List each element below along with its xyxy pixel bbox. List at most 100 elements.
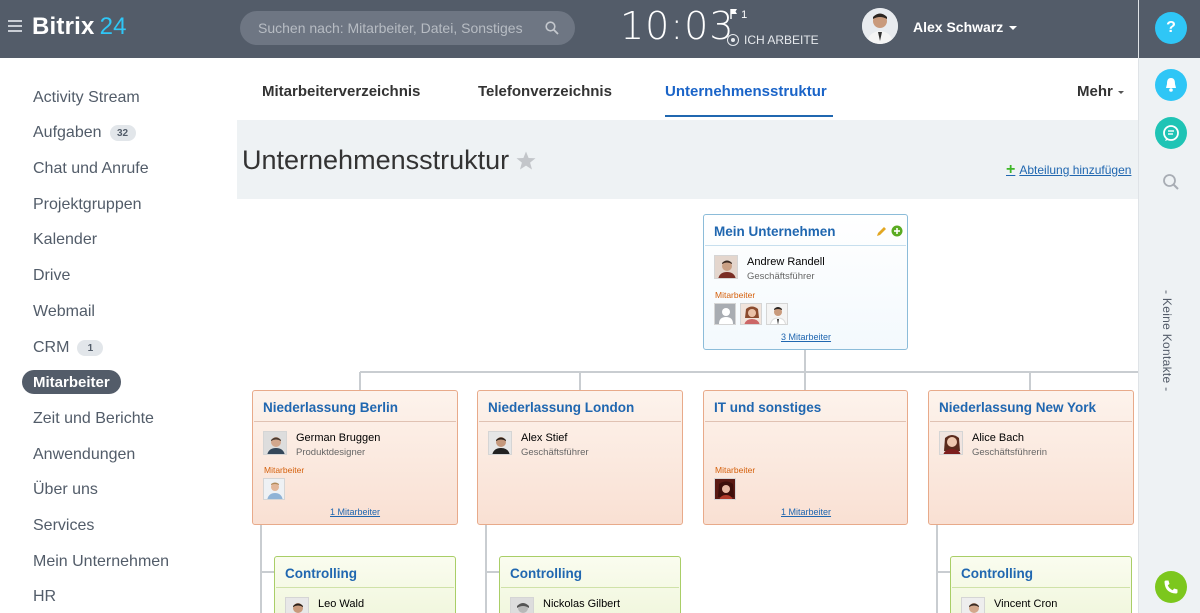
employee-photo[interactable] — [714, 303, 736, 325]
user-menu[interactable]: Alex Schwarz — [913, 19, 1018, 35]
user-avatar[interactable] — [862, 8, 898, 44]
sidebar-item-label: Kalender — [33, 231, 98, 248]
department-title[interactable]: Niederlassung London — [488, 400, 634, 415]
department-title[interactable]: Niederlassung Berlin — [263, 400, 398, 415]
employees-label: Mitarbeiter — [264, 465, 305, 475]
chevron-down-icon — [1117, 90, 1124, 94]
sidebar-item-services[interactable]: Services — [33, 517, 94, 535]
sidebar-item-drive[interactable]: Drive — [33, 267, 70, 285]
org-card-new-york[interactable]: Niederlassung New York Alice Bach Geschä… — [928, 390, 1134, 525]
flag-icon — [730, 9, 737, 19]
sidebar-item-ueber-uns[interactable]: Über uns — [33, 481, 98, 499]
head-name[interactable]: Andrew Randell — [747, 256, 825, 268]
head-photo[interactable] — [961, 597, 985, 613]
employees-link[interactable]: 1 Mitarbeiter — [330, 507, 380, 517]
sidebar-item-label: Drive — [33, 267, 71, 284]
employees-link[interactable]: 1 Mitarbeiter — [781, 507, 831, 517]
sidebar-item-chat[interactable]: Chat und Anrufe — [33, 160, 149, 178]
bell-icon — [1166, 78, 1176, 92]
department-title[interactable]: Controlling — [961, 566, 1033, 581]
head-name[interactable]: Leo Wald — [318, 598, 364, 610]
sidebar-item-activity-stream[interactable]: Activity Stream — [33, 89, 140, 107]
org-card-controlling[interactable]: Controlling Vincent Cron — [950, 556, 1132, 613]
org-card-berlin[interactable]: Niederlassung Berlin German Bruggen Prod… — [252, 390, 458, 525]
head-name[interactable]: Alice Bach — [972, 432, 1024, 444]
search-icon[interactable] — [545, 21, 559, 35]
head-photo[interactable] — [510, 597, 534, 613]
sidebar-item-label: Zeit und Berichte — [33, 410, 154, 427]
tab-telefonverzeichnis[interactable]: Telefonverzeichnis — [478, 83, 612, 100]
employee-photo[interactable] — [714, 478, 736, 500]
counter-badge: 1 — [77, 340, 104, 356]
divider — [479, 421, 681, 422]
employees-label: Mitarbeiter — [715, 290, 756, 300]
contact-search-button[interactable] — [1155, 166, 1187, 198]
org-card-root[interactable]: Mein Unternehmen Andrew Randell Geschäft… — [703, 214, 908, 350]
sidebar-item-aufgaben[interactable]: Aufgaben 32 — [33, 124, 136, 142]
flag-counter[interactable]: 1 — [730, 9, 747, 21]
divider — [705, 421, 906, 422]
head-photo[interactable] — [939, 431, 963, 455]
search-input[interactable] — [258, 11, 538, 45]
sidebar-item-mein-unternehmen[interactable]: Mein Unternehmen — [33, 553, 169, 571]
head-name[interactable]: Alex Stief — [521, 432, 567, 444]
phone-button[interactable] — [1155, 571, 1187, 603]
sidebar-item-label: Anwendungen — [33, 446, 136, 463]
help-icon: ? — [1166, 19, 1176, 36]
org-card-london[interactable]: Niederlassung London Alex Stief Geschäft… — [477, 390, 683, 525]
star-icon[interactable] — [515, 150, 537, 172]
department-title[interactable]: Controlling — [285, 566, 357, 581]
divider — [276, 587, 454, 588]
org-card-controlling[interactable]: Controlling Nickolas Gilbert — [499, 556, 681, 613]
divider — [501, 587, 679, 588]
sidebar-item-projektgruppen[interactable]: Projektgruppen — [33, 196, 142, 214]
org-card-controlling[interactable]: Controlling Leo Wald — [274, 556, 456, 613]
work-status-button[interactable]: ICH ARBEITE — [727, 33, 819, 47]
notifications-button[interactable] — [1155, 69, 1187, 101]
sidebar-item-kalender[interactable]: Kalender — [33, 231, 97, 249]
sidebar-item-label: Projektgruppen — [33, 196, 142, 213]
help-button[interactable]: ? — [1155, 12, 1187, 44]
logo[interactable]: Bitrix 24 — [32, 13, 127, 41]
department-title[interactable]: IT und sonstiges — [714, 400, 821, 415]
sidebar-item-hr[interactable]: HR — [33, 588, 56, 606]
chat-icon — [1163, 125, 1179, 141]
divider — [254, 421, 456, 422]
department-title[interactable]: Mein Unternehmen — [714, 224, 836, 239]
employee-photo[interactable] — [263, 478, 285, 500]
sidebar-item-label: Aufgaben — [33, 124, 102, 141]
head-name[interactable]: Nickolas Gilbert — [543, 598, 620, 610]
add-department-link[interactable]: + Abteilung hinzufügen — [1006, 161, 1131, 179]
search-icon — [1163, 174, 1179, 190]
head-photo[interactable] — [285, 597, 309, 613]
tab-more[interactable]: Mehr — [1077, 83, 1124, 100]
tab-mitarbeiterverzeichnis[interactable]: Mitarbeiterverzeichnis — [262, 83, 420, 100]
employee-photo[interactable] — [740, 303, 762, 325]
edit-and-add-icons[interactable] — [876, 225, 904, 237]
user-name: Alex Schwarz — [913, 19, 1004, 35]
employee-photo[interactable] — [766, 303, 788, 325]
chat-button[interactable] — [1155, 117, 1187, 149]
head-name[interactable]: Vincent Cron — [994, 598, 1057, 610]
sidebar-item-zeit-und-berichte[interactable]: Zeit und Berichte — [33, 410, 154, 428]
org-card-it[interactable]: IT und sonstiges Mitarbeiter 1 Mitarbeit… — [703, 390, 908, 525]
department-title[interactable]: Controlling — [510, 566, 582, 581]
head-name[interactable]: German Bruggen — [296, 432, 380, 444]
employees-link[interactable]: 3 Mitarbeiter — [781, 332, 831, 342]
left-sidebar: Activity Stream Aufgaben 32 Chat und Anru… — [0, 58, 237, 613]
tab-unternehmensstruktur[interactable]: Unternehmensstruktur — [665, 83, 827, 100]
head-photo[interactable] — [488, 431, 512, 455]
head-photo[interactable] — [714, 255, 738, 279]
sidebar-item-label: Webmail — [33, 303, 95, 320]
sidebar-item-label: Activity Stream — [33, 89, 140, 106]
sidebar-item-webmail[interactable]: Webmail — [33, 303, 95, 321]
clock[interactable]: 10:03 — [620, 4, 735, 48]
sidebar-item-crm[interactable]: CRM 1 — [33, 339, 104, 357]
head-photo[interactable] — [263, 431, 287, 455]
department-title[interactable]: Niederlassung New York — [939, 400, 1096, 415]
sidebar-item-mitarbeiter[interactable]: Mitarbeiter — [22, 370, 121, 394]
search-box[interactable] — [240, 11, 575, 45]
sidebar-item-anwendungen[interactable]: Anwendungen — [33, 446, 135, 464]
head-role: Geschäftsführer — [747, 271, 815, 282]
menu-icon[interactable] — [8, 20, 22, 32]
